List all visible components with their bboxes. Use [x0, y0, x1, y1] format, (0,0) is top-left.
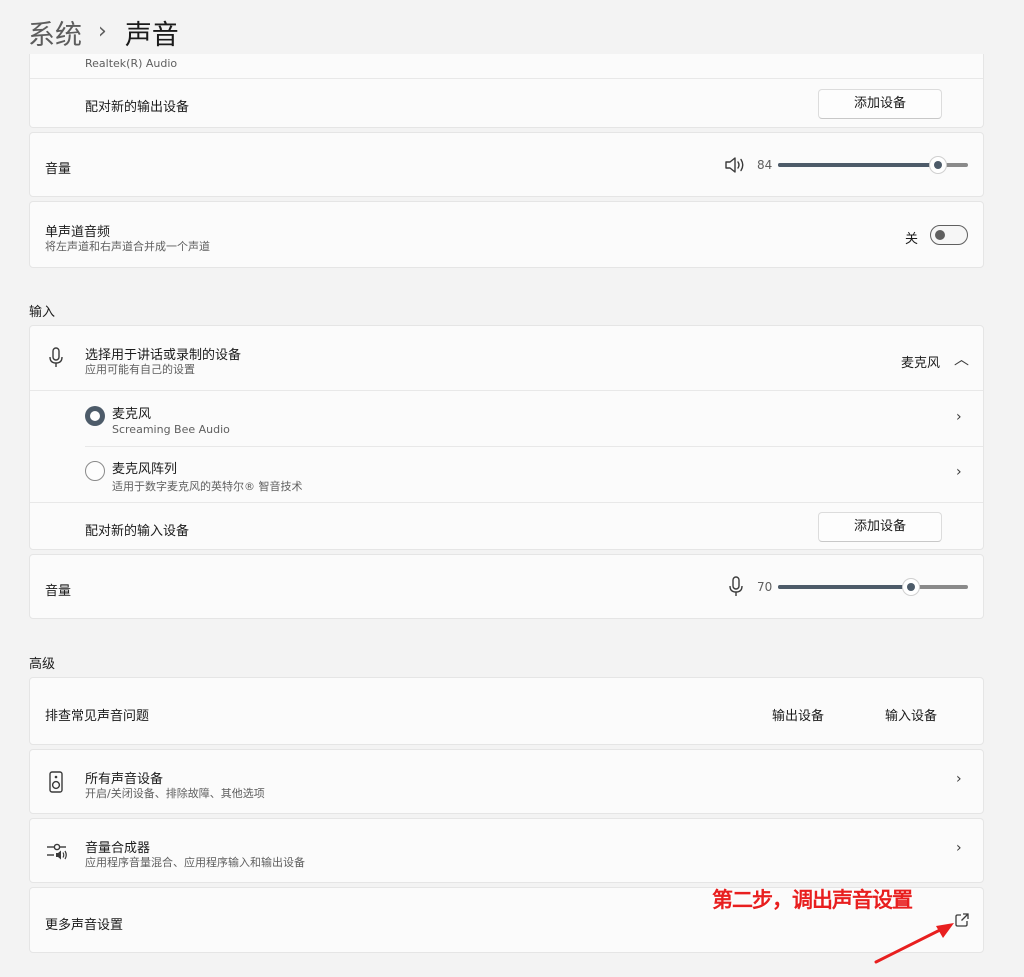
output-device-card: Realtek(R) Audio 配对新的输出设备 添加设备 [29, 54, 984, 128]
input-volume-thumb[interactable] [902, 578, 920, 596]
breadcrumb: 系统 › 声音 [28, 12, 179, 52]
mixer-icon [47, 843, 67, 860]
input-device-name: 麦克风 [112, 407, 152, 422]
input-section-title: 输入 [29, 305, 56, 320]
breadcrumb-system-link[interactable]: 系统 [28, 13, 82, 52]
radio-selected[interactable] [85, 406, 105, 426]
pair-input-label: 配对新的输入设备 [85, 524, 190, 539]
input-device-name: 麦克风阵列 [112, 462, 178, 477]
troubleshoot-title: 排查常见声音问题 [45, 709, 150, 724]
input-device-detail: Screaming Bee Audio [112, 423, 230, 436]
pair-output-label: 配对新的输出设备 [85, 100, 190, 115]
all-sound-devices-card[interactable]: 所有声音设备 开启/关闭设备、排除故障、其他选项 › [29, 749, 984, 814]
troubleshoot-input-link[interactable]: 输入设备 [885, 705, 937, 724]
speaker-volume-icon[interactable] [724, 155, 746, 175]
advanced-section-title: 高级 [29, 657, 56, 672]
speaker-device-icon [49, 771, 63, 793]
chevron-right-icon[interactable]: › [956, 409, 962, 425]
input-volume-fill [778, 585, 911, 589]
chevron-right-icon[interactable]: › [956, 840, 962, 856]
breadcrumb-chevron-icon: › [98, 18, 107, 44]
output-device-name: Realtek(R) Audio [85, 57, 178, 70]
input-volume-label: 音量 [45, 584, 72, 599]
troubleshoot-card: 排查常见声音问题 输出设备 输入设备 [29, 677, 984, 745]
annotation-text: 第二步，调出声音设置 [712, 887, 913, 912]
output-volume-card: 音量 84 [29, 132, 984, 197]
input-volume-value: 70 [757, 580, 773, 594]
all-sound-devices-subtitle: 开启/关闭设备、排除故障、其他选项 [85, 787, 265, 800]
microphone-icon [49, 347, 63, 367]
mono-audio-state: 关 [905, 232, 919, 247]
add-input-device-button[interactable]: 添加设备 [818, 512, 942, 542]
input-volume-slider[interactable] [778, 578, 968, 596]
volume-mixer-card[interactable]: 音量合成器 应用程序音量混合、应用程序输入和输出设备 › [29, 818, 984, 883]
more-sound-settings-title: 更多声音设置 [45, 918, 124, 933]
input-select-subtitle: 应用可能有自己的设置 [85, 363, 195, 376]
input-volume-card: 音量 70 [29, 554, 984, 619]
chevron-right-icon[interactable]: › [956, 771, 962, 787]
mono-audio-card: 单声道音频 将左声道和右声道合并成一个声道 关 [29, 201, 984, 268]
microphone-icon[interactable] [728, 576, 744, 598]
output-volume-value: 84 [757, 158, 773, 172]
output-volume-fill [778, 163, 938, 167]
annotation-arrow [874, 923, 954, 964]
input-device-detail: 适用于数字麦克风的英特尔® 智音技术 [112, 480, 303, 493]
add-output-device-button[interactable]: 添加设备 [818, 89, 942, 119]
toggle-knob [935, 230, 945, 240]
selected-input-device: 麦克风 [901, 356, 941, 371]
divider [30, 502, 983, 503]
input-device-option[interactable]: 麦克风阵列 适用于数字麦克风的英特尔® 智音技术 › [30, 447, 983, 502]
troubleshoot-output-link[interactable]: 输出设备 [772, 705, 824, 724]
page-title: 声音 [124, 19, 179, 51]
mono-audio-toggle[interactable] [930, 225, 968, 245]
volume-mixer-subtitle: 应用程序音量混合、应用程序输入和输出设备 [85, 856, 305, 869]
chevron-right-icon[interactable]: › [956, 464, 962, 480]
chevron-up-icon[interactable]: ︿ [954, 348, 969, 369]
output-volume-slider[interactable] [778, 156, 968, 174]
input-device-card: 选择用于讲话或录制的设备 应用可能有自己的设置 麦克风 ︿ 麦克风 Scream… [29, 325, 984, 550]
radio-unselected[interactable] [85, 461, 105, 481]
input-device-option[interactable]: 麦克风 Screaming Bee Audio › [30, 391, 983, 446]
output-volume-label: 音量 [45, 162, 72, 177]
divider [30, 78, 983, 79]
mono-audio-subtitle: 将左声道和右声道合并成一个声道 [45, 240, 210, 253]
output-volume-thumb[interactable] [928, 156, 947, 174]
